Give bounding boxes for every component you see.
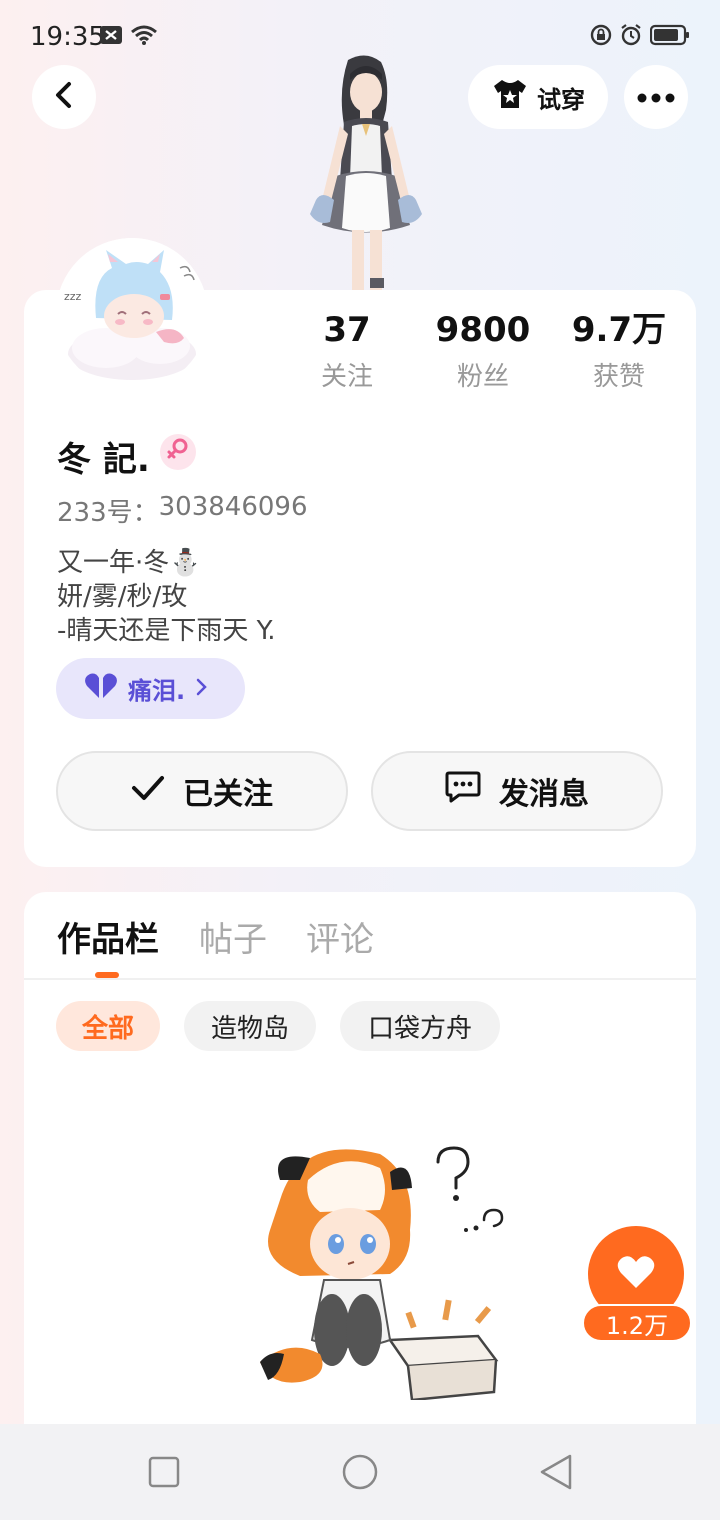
stat-fans-label: 粉丝 — [456, 362, 509, 392]
tab-works[interactable]: 作品栏 — [57, 912, 159, 961]
recent-apps-icon[interactable] — [148, 1456, 180, 1492]
uid-prefix: 233号： — [57, 498, 159, 528]
back-button[interactable] — [32, 65, 96, 129]
filter-all[interactable]: 全部 — [56, 1001, 160, 1051]
avatar-3d-figure[interactable] — [286, 50, 436, 295]
check-icon — [131, 774, 165, 809]
stat-likes[interactable]: 9.7万 获赞 — [559, 308, 679, 393]
uid-value: 303846096 — [158, 492, 308, 522]
stat-likes-value: 9.7万 — [571, 310, 667, 350]
svg-text:zzz: zzz — [64, 290, 82, 303]
avatar[interactable]: zzz — [56, 238, 208, 390]
followed-button[interactable]: 已关注 — [56, 751, 348, 831]
filter-pocket-ark[interactable]: 口袋方舟 — [340, 1001, 500, 1051]
tab-posts[interactable]: 帖子 — [199, 912, 267, 961]
battery-icon — [649, 24, 690, 50]
like-count: 1.2万 — [582, 1304, 692, 1342]
heart-icon — [616, 1254, 656, 1294]
alarm-icon — [620, 24, 642, 50]
group-chip[interactable]: 痛泪. — [56, 658, 245, 719]
bio-line-2: 妍/雾/秒/玫 — [57, 582, 188, 612]
back-nav-icon[interactable] — [538, 1453, 574, 1495]
send-message-button[interactable]: 发消息 — [371, 751, 663, 831]
followed-label: 已关注 — [183, 777, 273, 812]
stat-fans-value: 9800 — [435, 310, 531, 350]
stat-likes-label: 获赞 — [592, 362, 645, 392]
more-options-button[interactable] — [624, 65, 688, 129]
stat-following-value: 37 — [323, 310, 371, 350]
chevron-right-icon — [195, 675, 209, 703]
stat-fans[interactable]: 9800 粉丝 — [423, 308, 543, 393]
status-time: 19:35 — [30, 22, 105, 52]
tab-comments[interactable]: 评论 — [306, 912, 374, 961]
stat-following-label: 关注 — [320, 362, 373, 392]
bio-line-1: 又一年·冬⛄ — [57, 548, 202, 578]
more-horizontal-icon — [637, 88, 675, 107]
system-nav-bar — [0, 1424, 720, 1520]
filter-creation-island[interactable]: 造物岛 — [184, 1001, 316, 1051]
gender-badge — [160, 434, 196, 470]
status-right-icons — [590, 24, 690, 50]
tab-divider — [24, 978, 696, 980]
shirt-icon — [491, 78, 529, 116]
empty-state-illustration — [240, 1140, 510, 1402]
chevron-left-icon — [52, 81, 76, 113]
status-left-icons — [100, 24, 158, 50]
username: 冬 記. — [57, 440, 150, 480]
uid-line: 233号： 303846096 — [57, 492, 308, 529]
try-on-label: 试穿 — [537, 85, 585, 114]
wifi-icon — [130, 24, 158, 50]
home-icon[interactable] — [341, 1453, 379, 1495]
send-message-label: 发消息 — [499, 777, 589, 812]
heart-split-icon — [84, 672, 118, 706]
lock-rotation-icon — [590, 24, 612, 50]
chat-bubble-icon — [445, 770, 481, 812]
stat-following[interactable]: 37 关注 — [287, 308, 407, 393]
group-chip-label: 痛泪. — [128, 677, 186, 705]
female-icon — [166, 437, 190, 467]
try-on-button[interactable]: 试穿 — [468, 65, 608, 129]
notification-icon — [100, 26, 122, 48]
bio-line-3: -晴天还是下雨天 Y. — [57, 616, 276, 646]
